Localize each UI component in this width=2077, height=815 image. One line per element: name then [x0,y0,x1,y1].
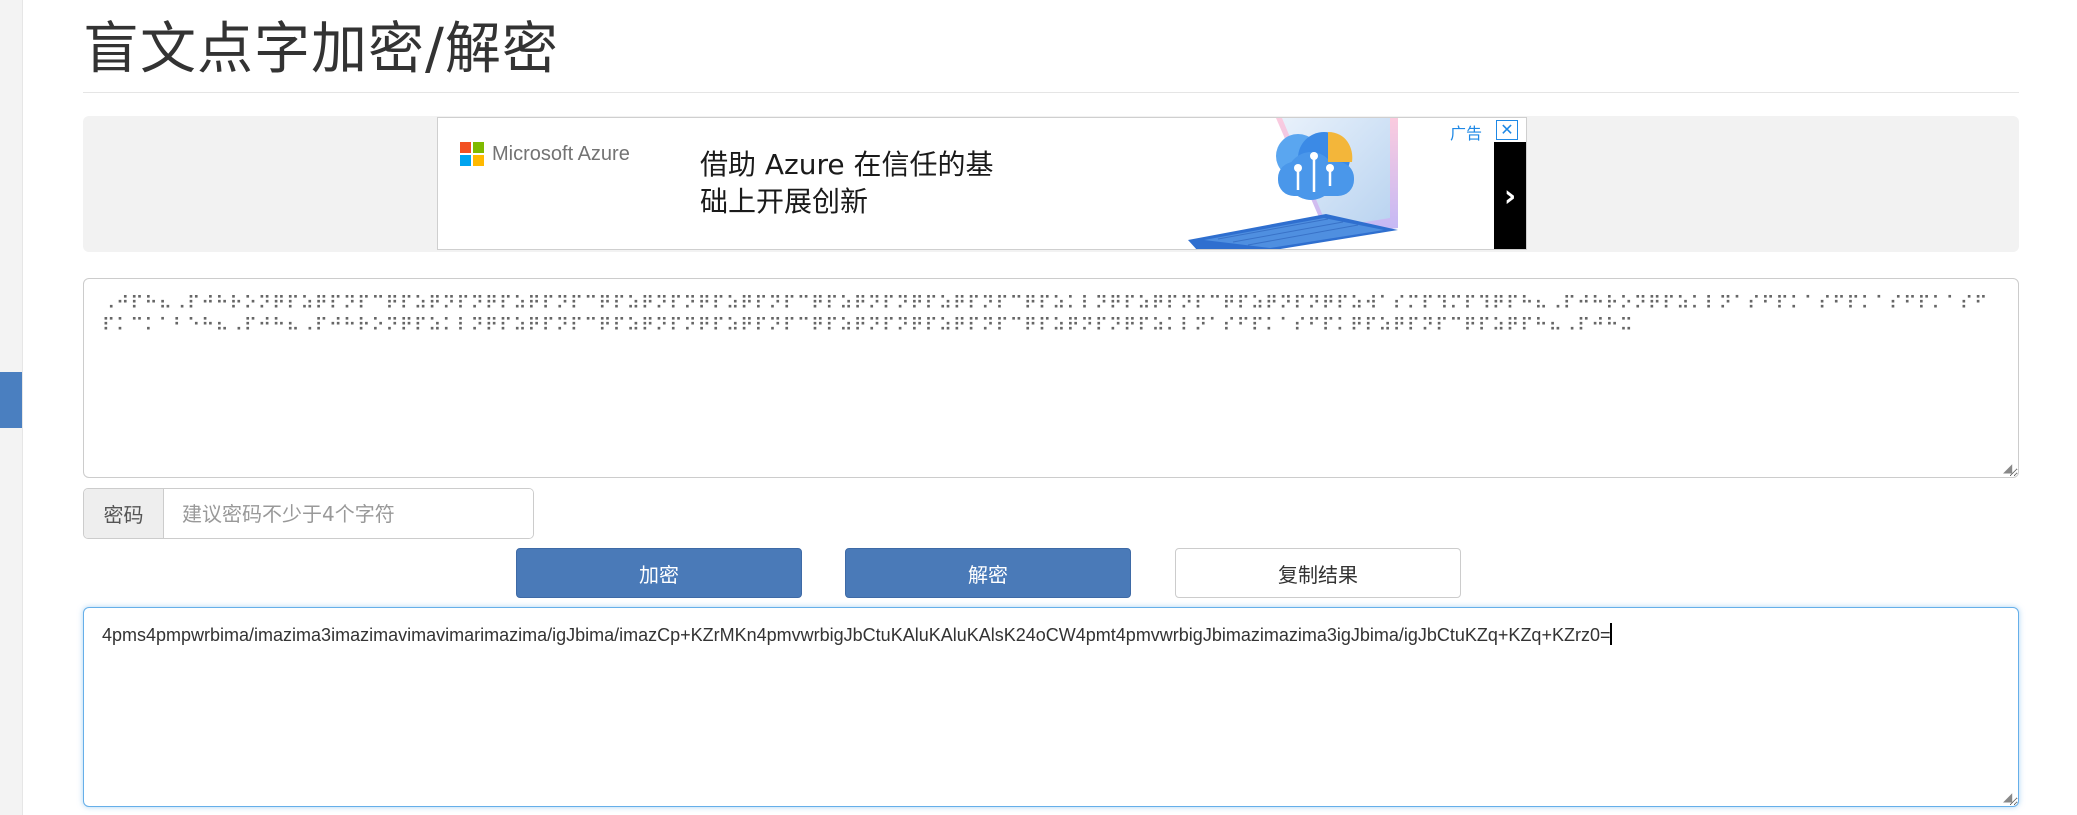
ad-next-chevron-icon[interactable]: › [1494,142,1526,249]
microsoft-logo-icon [460,142,484,166]
microsoft-logo: Microsoft Azure [460,142,630,166]
password-label: 密码 [84,489,164,538]
result-output-value: 4pms4pmpwrbima/imazima3imazimavimavimari… [102,625,1611,645]
ad-headline: 借助 Azure 在信任的基 础上开展创新 [700,146,1040,220]
ad-close-icon[interactable]: ✕ [1496,120,1518,140]
page-container: 盲文点字加密/解密 Microsoft Azure 借助 Azure 在信任的基… [83,0,2019,815]
password-input[interactable] [164,489,533,538]
title-divider [83,92,2019,93]
left-side-tab[interactable] [0,372,22,428]
ad-well: Microsoft Azure 借助 Azure 在信任的基 础上开展创新 广告… [83,116,2019,252]
decrypt-button[interactable]: 解密 [845,548,1131,598]
text-caret [1610,623,1613,645]
ad-banner[interactable]: Microsoft Azure 借助 Azure 在信任的基 础上开展创新 广告… [437,117,1527,250]
password-input-group: 密码 [83,488,534,539]
ad-label: 广告 [1449,124,1482,143]
ad-laptop-cloud-illustration-icon [1188,118,1398,249]
ad-brand-name: Microsoft Azure [492,142,630,165]
resize-grip-icon[interactable]: ◢ [2003,791,2015,803]
plaintext-input[interactable]: ⠠⠚⠏⠓⠦⠠⠏⠚⠓⠗⠕⠝⠟⠏⠵⠟⠏⠝⠏⠉⠟⠏⠵⠟⠝⠏⠝⠟⠏⠵⠟⠏⠝⠏⠉⠟⠏⠵⠟⠝… [83,278,2019,478]
resize-grip-icon[interactable]: ◢ [2003,462,2015,474]
page-title: 盲文点字加密/解密 [83,17,559,82]
ad-headline-line-2: 础上开展创新 [700,185,869,218]
plaintext-input-value: ⠠⠚⠏⠓⠦⠠⠏⠚⠓⠗⠕⠝⠟⠏⠵⠟⠏⠝⠏⠉⠟⠏⠵⠟⠝⠏⠝⠟⠏⠵⠟⠏⠝⠏⠉⠟⠏⠵⠟⠝… [102,293,1989,336]
encrypt-button[interactable]: 加密 [516,548,802,598]
copy-result-button[interactable]: 复制结果 [1175,548,1461,598]
ad-headline-line-1: 借助 Azure 在信任的基 [700,148,994,181]
result-output[interactable]: 4pms4pmpwrbima/imazima3imazimavimavimari… [83,607,2019,807]
